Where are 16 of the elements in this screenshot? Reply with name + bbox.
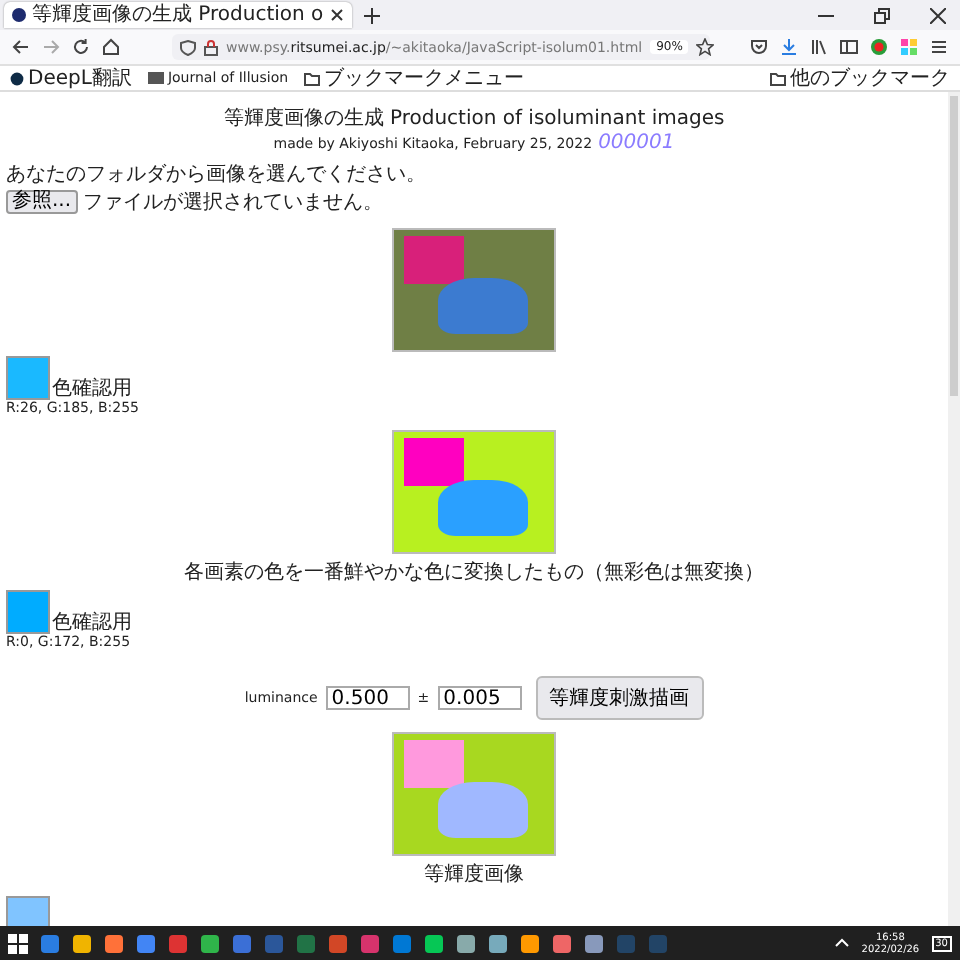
bookmark-item[interactable]: ブックマークメニュー	[304, 67, 525, 89]
image-caption: 等輝度画像	[422, 864, 526, 888]
draw-button[interactable]: 等輝度刺激描画	[535, 676, 704, 720]
bookmark-item[interactable]: DeepL翻訳	[10, 67, 132, 89]
image-caption: 各画素の色を一番鮮やかな色に変換したもの（無彩色は無変換）	[182, 562, 766, 586]
browse-button[interactable]: 参照...	[6, 190, 78, 214]
bookmark-item[interactable]: 他のブックマーク	[770, 67, 950, 89]
swatch-label: 色確認用	[52, 380, 132, 400]
luminance-input[interactable]: 0.500	[325, 686, 410, 710]
page-title: 等輝度画像の生成 Production of isoluminant images	[221, 108, 727, 132]
browser-tab[interactable]: 等輝度画像の生成 Production o	[4, 2, 352, 28]
file-status: ファイルが選択されていません。	[83, 190, 384, 216]
visit-counter: 000001	[598, 132, 675, 156]
instruction-text: あなたのフォルダから画像を選んでください。	[4, 164, 428, 188]
swatch-label: 色確認用	[52, 614, 132, 634]
tolerance-input[interactable]: 0.005	[437, 686, 522, 710]
